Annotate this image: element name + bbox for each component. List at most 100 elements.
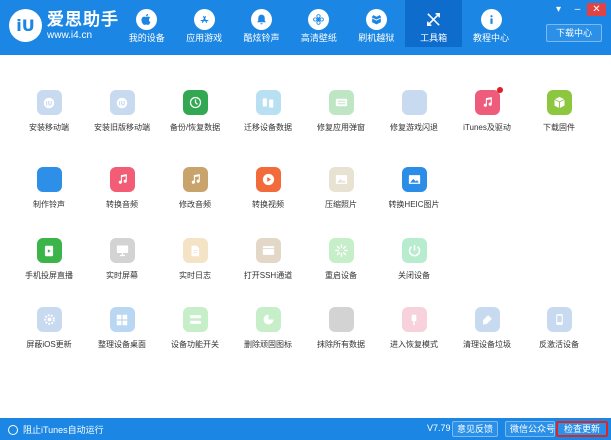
tool-label: 安装移动端 [29,123,69,132]
tool-label: 迁移设备数据 [244,123,292,132]
tool-tile[interactable]: 关闭设备 [377,238,451,281]
tool-label: 压缩照片 [325,200,357,209]
tool-tile[interactable]: 重启设备 [304,238,378,281]
monitor-icon [109,238,135,263]
pie-icon [255,307,281,332]
music-icon [109,167,135,192]
tool-tile[interactable]: 转换音频 [85,167,159,210]
tool-label: 打开SSH通道 [243,271,293,280]
toggle-icon [182,307,208,332]
version-label: V7.79 [427,423,451,433]
grid-icon [109,307,135,332]
minimize-icon[interactable]: – [568,3,587,16]
cast-icon [36,238,62,263]
tool-tile[interactable]: 转换HEIC图片 [377,167,451,210]
nav-item-3[interactable]: 高清壁纸 [290,0,347,47]
tool-tile[interactable]: 反激活设备 [522,307,596,350]
tool-label: 整理设备桌面 [98,340,146,349]
block-itunes-toggle[interactable]: 阻止iTunes自动运行 [8,423,104,436]
tool-tile[interactable]: iU 安装移动端 [12,90,86,133]
nav-label: 高清壁纸 [300,33,337,43]
radio-icon[interactable] [8,424,18,435]
tool-label: 关闭设备 [398,271,430,280]
tool-tile[interactable]: 转换视频 [231,167,305,210]
tool-tile[interactable]: iU 安装旧版移动端 [85,90,159,133]
tool-tile[interactable]: 修复应用弹窗 [304,90,378,133]
tool-tile[interactable]: 设备功能开关 [158,307,232,350]
tool-label: 重启设备 [325,271,357,280]
tool-label: 实时日志 [179,271,211,280]
tool-tile[interactable]: 打开SSH通道 [231,238,305,281]
svg-text:iU: iU [119,101,126,107]
flower-icon [308,9,330,30]
tool-tile[interactable]: 整理设备桌面 [85,307,159,350]
tool-label: 实时屏幕 [106,271,138,280]
backup-icon [182,90,208,115]
tool-label: 清理设备垃圾 [463,340,511,349]
tool-tile[interactable]: 修改音频 [158,167,232,210]
tool-tile[interactable]: 制作铃声 [12,167,86,210]
tool-tile[interactable]: 屏蔽iOS更新 [12,307,86,350]
nav-item-6[interactable]: 教程中心 [462,0,519,47]
check-update-button[interactable]: 检查更新 [556,421,608,437]
download-center-button[interactable]: 下载中心 [546,24,602,42]
tool-tile[interactable]: 压缩照片 [304,167,378,210]
tool-tile[interactable]: 实时屏幕 [85,238,159,281]
tool-label: 转换音频 [106,200,138,209]
tool-label: 转换视频 [252,200,284,209]
info-icon [480,9,502,30]
tool-tile[interactable]: 删除顽固图标 [231,307,305,350]
apple-icon [328,307,354,332]
notification-badge [496,87,503,93]
tool-label: 备份/恢复数据 [169,123,221,132]
spinner-icon [328,238,354,263]
tool-label: 屏蔽iOS更新 [26,340,72,349]
wechat-button[interactable]: 微信公众号 [505,421,555,437]
skin-icon[interactable]: ▾ [549,3,568,16]
nav-item-5[interactable]: 工具箱 [404,0,463,47]
migrate-icon [255,90,281,115]
box-icon [365,9,387,30]
nav-label: 工具箱 [420,33,448,43]
status-bar: 阻止iTunes自动运行 V7.79 意见反馈 微信公众号 检查更新 [0,418,611,440]
tool-label: 修复应用弹窗 [317,123,365,132]
nav-item-2[interactable]: 酷炫铃声 [233,0,290,47]
tool-label: 设备功能开关 [171,340,219,349]
tool-tile[interactable]: 手机投屏直播 [12,238,86,281]
tool-tile[interactable]: iTunes及驱动 [450,87,524,133]
nav-item-0[interactable]: 我的设备 [118,0,175,47]
nav-item-4[interactable]: 刷机越狱 [348,0,405,47]
tool-label: 修改音频 [179,200,211,209]
tool-tile[interactable]: 备份/恢复数据 [158,90,232,133]
tool-label: 进入恢复模式 [390,340,438,349]
doc-icon [182,238,208,263]
bell-icon [250,9,272,30]
tool-tile[interactable]: 实时日志 [158,238,232,281]
nav-item-1[interactable]: 应用游戏 [175,0,232,47]
tool-tile[interactable]: 修复游戏闪退 [377,90,451,133]
main-nav: 我的设备 应用游戏 酷炫铃声 高清壁纸 刷机越狱 工具箱 教程中心 [118,0,520,47]
tool-tile[interactable]: 下载固件 [522,90,596,133]
tool-label: 抹除所有数据 [317,340,365,349]
tool-tile[interactable]: 抹除所有数据 [304,307,378,350]
photo-icon [328,167,354,192]
tool-label: 反激活设备 [539,340,579,349]
feedback-button[interactable]: 意见反馈 [452,421,498,437]
cube-icon [546,90,572,115]
keyboard-icon [328,90,354,115]
tool-tile[interactable]: 迁移设备数据 [231,90,305,133]
nav-underline-bar [0,47,611,55]
nav-label: 教程中心 [473,33,510,43]
app-name: 爱思助手 [47,9,119,29]
close-icon[interactable]: ✕ [587,3,606,16]
tool-label: 修复游戏闪退 [390,123,438,132]
svg-text:iU: iU [46,101,53,107]
apple-icon [136,9,158,30]
i4-logo-icon: iU [9,9,42,42]
tool-tile[interactable]: 进入恢复模式 [377,307,451,350]
tool-label: 删除顽固图标 [244,340,292,349]
block-itunes-label: 阻止iTunes自动运行 [23,425,104,435]
window-controls: ▾ – ✕ [549,3,606,16]
tool-tile[interactable]: 清理设备垃圾 [450,307,524,350]
broom-icon [474,307,500,332]
